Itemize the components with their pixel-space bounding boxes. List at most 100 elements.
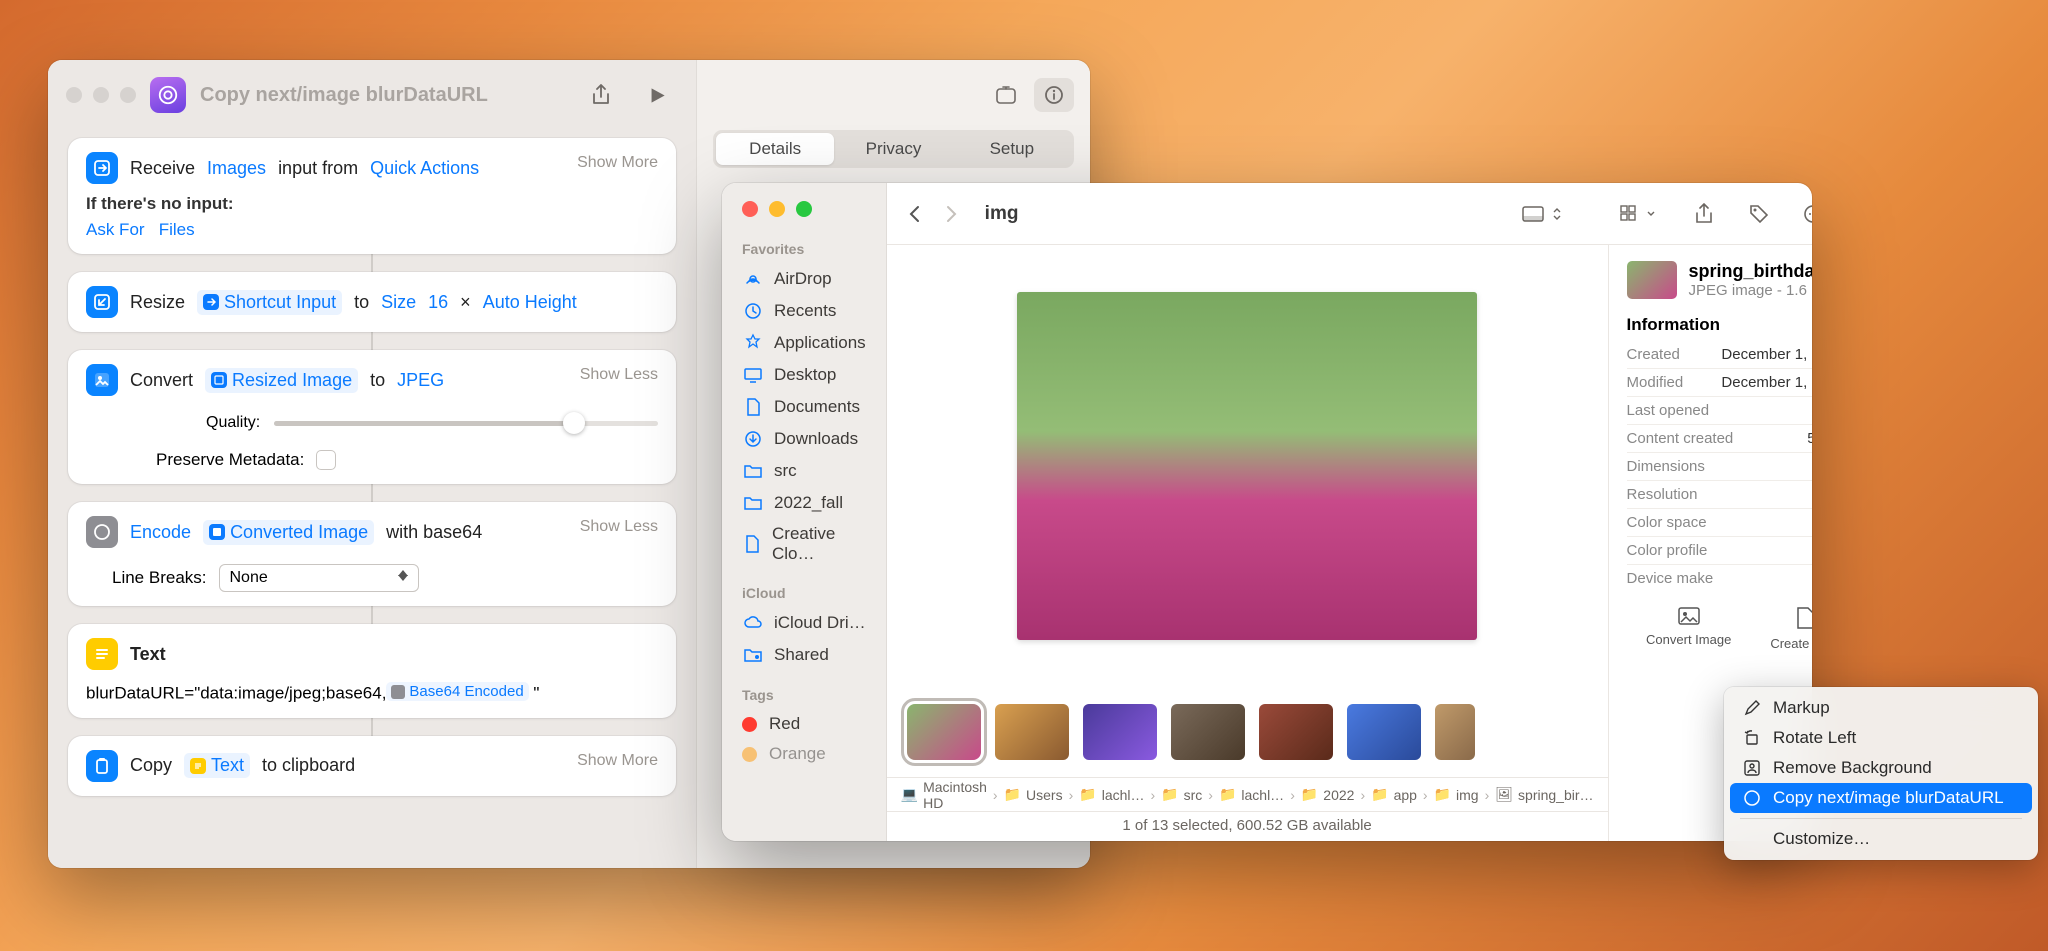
traffic-lights[interactable]: [66, 87, 136, 103]
remove-bg-icon: [1742, 758, 1762, 778]
finder-title: img: [985, 203, 1504, 225]
shortcut-icon: [1742, 788, 1762, 808]
quick-actions-token[interactable]: Quick Actions: [370, 158, 479, 179]
converted-image-token[interactable]: Converted Image: [203, 520, 374, 545]
thumbnail[interactable]: [995, 704, 1069, 760]
airdrop-icon: [742, 268, 764, 290]
shortcut-app-icon: [150, 77, 186, 113]
sidebar-item-applications[interactable]: Applications: [722, 327, 886, 359]
view-mode-button[interactable]: [1522, 204, 1562, 224]
action-convert[interactable]: Show Less Convert Resized Image to JPEG …: [68, 350, 676, 484]
shortcuts-titlebar: Copy next/image blurDataURL: [48, 60, 696, 130]
show-more-link[interactable]: Show More: [577, 154, 658, 172]
path-bar[interactable]: 💻 Macintosh HD› 📁 Users› 📁 lachl…› 📁 src…: [887, 777, 1608, 811]
more-button[interactable]: [1804, 204, 1812, 224]
sidebar-item-src[interactable]: src: [722, 455, 886, 487]
clipboard-icon: [86, 750, 118, 782]
tags-button[interactable]: [1748, 203, 1770, 225]
sidebar-item-recents[interactable]: Recents: [722, 295, 886, 327]
text-token[interactable]: Text: [184, 753, 250, 778]
markup-icon: [1742, 698, 1762, 718]
tab-setup[interactable]: Setup: [953, 133, 1071, 165]
sidebar-item-desktop[interactable]: Desktop: [722, 359, 886, 391]
resize-icon: [86, 286, 118, 318]
finder-window: Favorites AirDrop Recents Applications D…: [722, 183, 1812, 841]
preserve-metadata-checkbox[interactable]: [316, 450, 336, 470]
quality-slider[interactable]: [274, 421, 658, 426]
auto-height-token[interactable]: Auto Height: [483, 292, 577, 313]
back-button[interactable]: [907, 204, 921, 224]
forward-button[interactable]: [945, 204, 959, 224]
finder-sidebar: Favorites AirDrop Recents Applications D…: [722, 183, 887, 841]
convert-icon: [86, 364, 118, 396]
ctx-rotate-left[interactable]: Rotate Left: [1730, 723, 2032, 753]
desktop-icon: [742, 364, 764, 386]
cloud-icon: [742, 612, 764, 634]
preview-image[interactable]: [1017, 292, 1477, 640]
folder-icon: [742, 460, 764, 482]
thumbnail-strip[interactable]: [887, 687, 1608, 777]
file-name: spring_birthday.jpeg: [1689, 261, 1812, 282]
thumbnail[interactable]: [1435, 704, 1475, 760]
ctx-copy-blurdataurl[interactable]: Copy next/image blurDataURL: [1730, 783, 2032, 813]
encode-icon: [86, 516, 118, 548]
traffic-lights[interactable]: [722, 197, 886, 235]
ctx-remove-bg[interactable]: Remove Background: [1730, 753, 2032, 783]
share-button[interactable]: [580, 77, 622, 113]
action-text[interactable]: Text blurDataURL="data:image/jpeg;base64…: [68, 624, 676, 718]
thumbnail[interactable]: [1171, 704, 1245, 760]
info-thumbnail: [1627, 261, 1677, 299]
run-button[interactable]: [636, 77, 678, 113]
quick-action-pdf[interactable]: Create PDF: [1770, 606, 1812, 651]
thumbnail[interactable]: [1259, 704, 1333, 760]
show-more-link[interactable]: Show More: [577, 752, 658, 770]
ask-for-token[interactable]: Ask For: [86, 220, 145, 239]
document-icon: [742, 533, 762, 555]
images-token[interactable]: Images: [207, 158, 266, 179]
tab-details[interactable]: Details: [716, 133, 834, 165]
shortcut-input-token[interactable]: Shortcut Input: [197, 290, 342, 315]
sidebar-item-downloads[interactable]: Downloads: [722, 423, 886, 455]
sidebar-item-icloud-drive[interactable]: iCloud Dri…: [722, 607, 886, 639]
show-less-link[interactable]: Show Less: [580, 518, 658, 536]
sidebar-item-creative-cloud[interactable]: Creative Clo…: [722, 519, 886, 569]
action-copy[interactable]: Show More Copy Text to clipboard: [68, 736, 676, 796]
share-button[interactable]: [1694, 203, 1714, 225]
tag-red[interactable]: Red: [722, 709, 886, 739]
ctx-markup[interactable]: Markup: [1730, 693, 2032, 723]
sidebar-item-airdrop[interactable]: AirDrop: [722, 263, 886, 295]
text-action-body[interactable]: blurDataURL="data:image/jpeg;base64,Base…: [86, 682, 658, 704]
action-encode[interactable]: Show Less Encode Converted Image with ba…: [68, 502, 676, 606]
action-receive-input[interactable]: Show More Receive Images input from Quic…: [68, 138, 676, 254]
shared-icon: [742, 644, 764, 666]
format-token[interactable]: JPEG: [397, 370, 444, 391]
action-resize[interactable]: Resize Shortcut Input to Size 16 × Auto …: [68, 272, 676, 332]
tab-privacy[interactable]: Privacy: [834, 133, 952, 165]
line-breaks-select[interactable]: None: [219, 564, 419, 592]
ctx-customize[interactable]: Customize…: [1730, 824, 2032, 854]
tag-orange[interactable]: Orange: [722, 739, 886, 769]
encode-label[interactable]: Encode: [130, 522, 191, 543]
group-button[interactable]: [1620, 205, 1656, 223]
preview-area: [887, 245, 1608, 687]
clock-icon: [742, 300, 764, 322]
shortcut-title: Copy next/image blurDataURL: [200, 84, 566, 107]
info-button[interactable]: [1034, 78, 1074, 112]
info-tabs[interactable]: Details Privacy Setup: [713, 130, 1074, 168]
thumbnail[interactable]: [1083, 704, 1157, 760]
size-token[interactable]: Size: [381, 292, 416, 313]
sidebar-item-shared[interactable]: Shared: [722, 639, 886, 671]
sidebar-item-2022-fall[interactable]: 2022_fall: [722, 487, 886, 519]
library-button[interactable]: [986, 78, 1026, 112]
rotate-icon: [1742, 728, 1762, 748]
resized-image-token[interactable]: Resized Image: [205, 368, 358, 393]
thumbnail[interactable]: [907, 704, 981, 760]
files-token[interactable]: Files: [159, 220, 195, 239]
sidebar-item-documents[interactable]: Documents: [722, 391, 886, 423]
thumbnail[interactable]: [1347, 704, 1421, 760]
show-less-link[interactable]: Show Less: [580, 366, 658, 384]
width-value[interactable]: 16: [428, 292, 448, 313]
text-icon: [86, 638, 118, 670]
quick-action-convert[interactable]: Convert Image: [1646, 606, 1731, 651]
document-icon: [742, 396, 764, 418]
